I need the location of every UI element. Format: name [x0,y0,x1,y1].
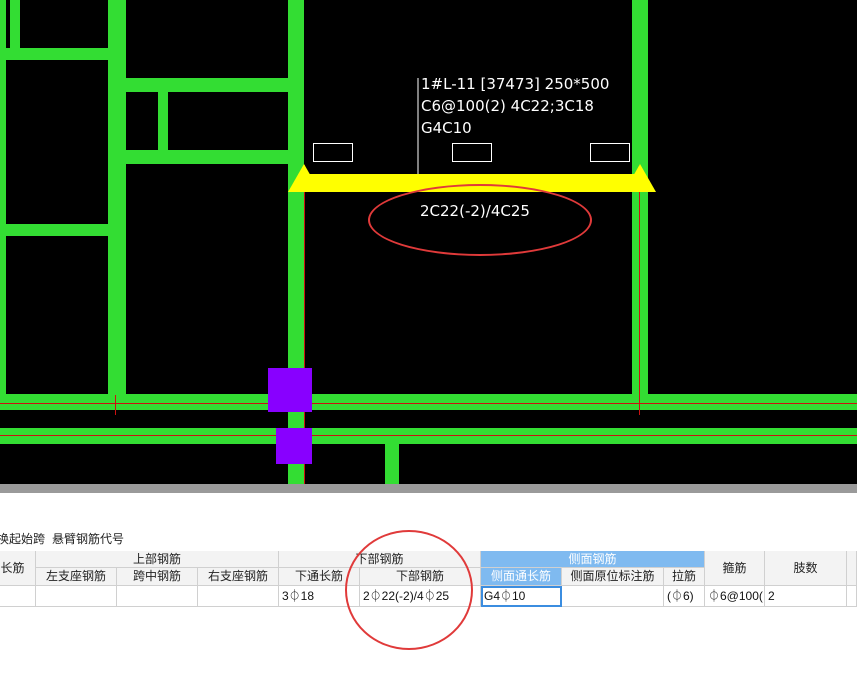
header-bottom-rebar: 下部钢筋 [360,568,481,586]
header-tie: 拉筋 [664,568,705,586]
original-annotation-box-mid[interactable] [452,143,492,162]
cell-left-support[interactable] [36,586,117,607]
cell-stirrup[interactable]: ⏀6@100( [705,586,765,607]
toolbar-row: 换起始跨 悬臂钢筋代号 [0,523,857,551]
header-length-partial: 长筋 [0,551,36,586]
toolbar-start-span-button[interactable]: 换起始跨 [0,530,45,547]
cell-mid-span[interactable] [117,586,198,607]
beam-annotation-line2[interactable]: C6@100(2) 4C22;3C18 [421,95,594,117]
selected-beam-body[interactable] [304,174,638,192]
cell-bottom-through[interactable]: 3⏀18 [279,586,360,607]
cell-side-through[interactable]: G4⏀10 [481,586,562,607]
header-extra [847,551,857,586]
header-legs: 肢数 [765,551,847,586]
header-left-support: 左支座钢筋 [36,568,117,586]
header-group-bottom: 下部钢筋 [279,551,481,568]
cell-bottom-rebar[interactable]: 2⏀22(-2)/4⏀25 [360,586,481,607]
original-annotation-box-right[interactable] [590,143,630,162]
cell-side-original[interactable] [562,586,664,607]
header-side-original: 侧面原位标注筋 [562,568,664,586]
panel-splitter[interactable] [0,484,857,493]
header-stirrup: 箍筋 [705,551,765,586]
bottom-rebar-annotation[interactable]: 2C22(-2)/4C25 [420,200,530,222]
cell-length-partial[interactable] [0,586,36,607]
beam-annotation-line1[interactable]: 1#L-11 [37473] 250*500 [421,73,609,95]
cell-legs[interactable]: 2 [765,586,847,607]
original-annotation-box-left[interactable] [313,143,353,162]
beam-annotation-line3[interactable]: G4C10 [421,117,472,139]
header-mid-span: 跨中钢筋 [117,568,198,586]
header-side-through: 侧面通长筋 [481,568,562,586]
cell-tie[interactable]: (⏀6) [664,586,705,607]
rebar-input-table: 长筋 上部钢筋 下部钢筋 侧面钢筋 箍筋 肢数 左支座钢筋 跨中钢筋 右支座钢筋… [0,551,857,686]
cell-extra[interactable] [847,586,857,607]
cad-drawing-canvas[interactable]: 1#L-11 [37473] 250*500 C6@100(2) 4C22;3C… [0,0,857,484]
toolbar [0,493,857,524]
cell-right-support[interactable] [198,586,279,607]
header-right-support: 右支座钢筋 [198,568,279,586]
toolbar-cantilever-code-button[interactable]: 悬臂钢筋代号 [52,530,124,547]
header-group-top: 上部钢筋 [36,551,279,568]
header-group-side: 侧面钢筋 [481,551,705,568]
header-bottom-through: 下通长筋 [279,568,360,586]
